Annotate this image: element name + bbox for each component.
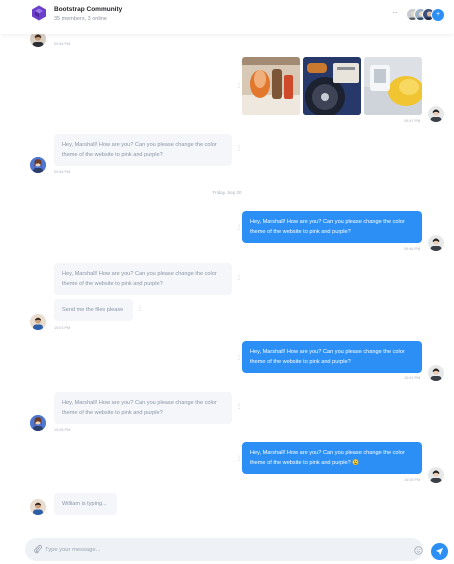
message-bubble: Hey, Marshall! How are you? Can you plea…: [242, 442, 422, 474]
chat-title[interactable]: Bootstrap Community: [54, 6, 122, 13]
message-time: 09:46 PM: [54, 42, 71, 46]
avatar[interactable]: [30, 314, 46, 330]
message-options-icon[interactable]: ⋮: [236, 145, 242, 152]
message-time: 10:05 PM: [54, 428, 71, 432]
message-bubble: Send me the files please: [54, 299, 133, 321]
message-bubble: Hey, Marshall! How are you? Can you plea…: [54, 263, 232, 295]
emoji-icon[interactable]: [414, 546, 423, 555]
avatar[interactable]: [428, 106, 444, 122]
send-icon: [435, 547, 444, 556]
shared-photo[interactable]: [364, 57, 422, 115]
message-composer: [25, 538, 423, 561]
avatar[interactable]: [30, 499, 46, 515]
bootstrap-logo-icon: [32, 5, 46, 21]
message-bubble: Hey, Marshall! How are you? Can you plea…: [242, 341, 422, 373]
date-divider: Friday, Sep 20: [212, 190, 242, 195]
send-button[interactable]: [431, 543, 448, 560]
message-input[interactable]: [45, 542, 385, 557]
shared-photo[interactable]: [303, 57, 361, 115]
avatar[interactable]: [30, 157, 46, 173]
message-bubble: Hey, Marshall! How are you? Can you plea…: [54, 134, 232, 166]
more-horizontal-icon[interactable]: ···: [392, 8, 398, 17]
avatar[interactable]: [428, 365, 444, 381]
paperclip-icon[interactable]: [33, 544, 43, 554]
avatar[interactable]: [30, 415, 46, 431]
typing-indicator: William is typing...: [54, 493, 117, 515]
chat-header: Bootstrap Community 35 members, 3 online…: [0, 0, 454, 34]
message-options-icon[interactable]: ⋮: [236, 403, 242, 410]
message-time: 09:46 PM: [404, 247, 421, 251]
more-members-button[interactable]: +: [431, 8, 445, 22]
message-time: 10:01 PM: [54, 326, 71, 330]
avatar[interactable]: [428, 235, 444, 251]
message-options-icon[interactable]: ⋮: [236, 274, 242, 281]
message-bubble: Hey, Marshall! How are you? Can you plea…: [242, 211, 422, 243]
member-count: 35 members, 3 online: [54, 16, 107, 22]
message-options-icon[interactable]: ⋮: [137, 305, 143, 312]
message-time: 09:46 PM: [54, 170, 71, 174]
message-time: 10:01 PM: [404, 376, 421, 380]
avatar[interactable]: [428, 467, 444, 483]
message-time: 09:47 PM: [404, 119, 421, 123]
message-bubble: Hey, Marshall! How are you? Can you plea…: [54, 392, 232, 424]
message-time: 10:05 PM: [404, 478, 421, 482]
shared-photo[interactable]: [242, 57, 300, 115]
